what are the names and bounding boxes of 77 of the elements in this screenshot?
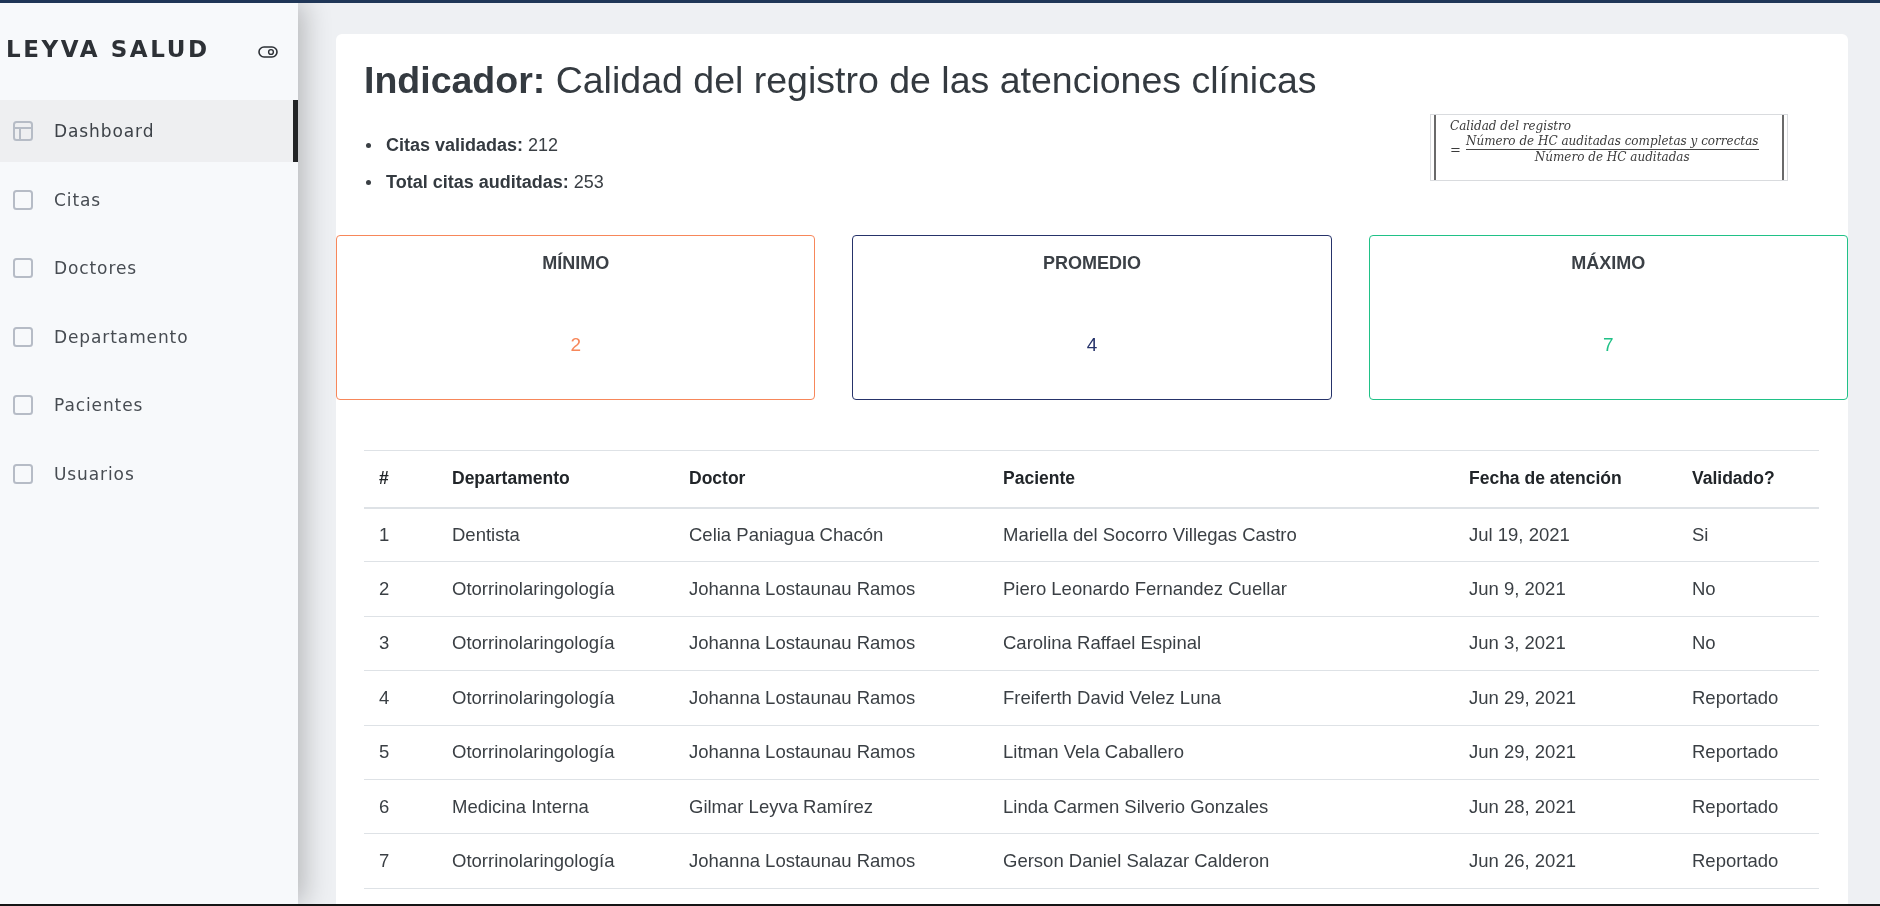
card-title: MÍNIMO — [542, 252, 610, 274]
column-header: # — [364, 450, 437, 508]
square-icon — [13, 326, 33, 347]
table-cell: 4 — [364, 670, 437, 726]
table-cell: Reportado — [1677, 725, 1819, 780]
column-header: Doctor — [674, 450, 988, 508]
table-cell: Otorrinolaringología — [437, 670, 674, 726]
table-cell: Otorrinolaringología — [437, 616, 674, 671]
table-cell: Otorrinolaringología — [437, 833, 674, 889]
table-cell: Jun 29, 2021 — [1454, 725, 1677, 780]
nav-item[interactable]: Pacientes — [0, 374, 298, 437]
stat-text: Citas validadas: 212 — [386, 135, 559, 156]
table-cell: Dentista — [437, 507, 674, 562]
formula-numerator: Número de HC auditadas completas y correctas — [1465, 134, 1759, 149]
nav-item[interactable]: Departamento — [0, 305, 298, 368]
column-header: Validado? — [1677, 450, 1819, 508]
table-cell: 2 — [364, 561, 437, 617]
bullet-icon — [366, 180, 371, 185]
table-cell: Jun 3, 2021 — [1454, 616, 1677, 671]
column-header: Departamento — [437, 450, 674, 508]
table-cell: 1 — [364, 507, 437, 562]
table-cell: Reportado — [1677, 833, 1819, 889]
table-cell: Jun 28, 2021 — [1454, 779, 1677, 834]
table-cell: Johanna Lostaunau Ramos — [674, 670, 988, 726]
square-icon — [13, 258, 33, 279]
brand-logo: LEYVA SALUD — [6, 35, 210, 62]
table-cell: No — [1677, 561, 1819, 617]
toggle-icon[interactable] — [258, 45, 278, 58]
card-value: 2 — [570, 334, 581, 356]
table-cell: Litman Vela Caballero — [988, 725, 1454, 780]
table-cell: Johanna Lostaunau Ramos — [674, 616, 988, 671]
table-cell: Reportado — [1677, 779, 1819, 834]
table-cell: Linda Carmen Silverio Gonzales — [988, 779, 1454, 834]
column-header: Fecha de atención — [1454, 450, 1677, 508]
card-value: 7 — [1603, 334, 1614, 356]
bullet-icon — [366, 143, 371, 148]
stat-text: Total citas auditadas: 253 — [386, 172, 604, 193]
table-cell: Jun 26, 2021 — [1454, 833, 1677, 889]
table-cell: 5 — [364, 725, 437, 780]
card-title: PROMEDIO — [1043, 252, 1141, 274]
table-cell: Jun 9, 2021 — [1454, 561, 1677, 617]
square-icon — [13, 463, 33, 484]
formula-label: Calidad del registro — [1450, 119, 1573, 134]
table-cell: 6 — [364, 779, 437, 834]
table-cell: Gerson Daniel Salazar Calderon — [988, 833, 1454, 889]
table-cell: Otorrinolaringología — [437, 561, 674, 617]
formula-denominator: Número de HC auditadas — [1534, 150, 1690, 165]
layout-icon — [13, 121, 33, 141]
page-title: Indicador: Calidad del registro de las atenciones clínicas — [363, 58, 1318, 102]
table-cell: Celia Paniagua Chacón — [674, 507, 988, 562]
table-cell: Jul 19, 2021 — [1454, 507, 1677, 562]
table-cell: 3 — [364, 616, 437, 671]
table-cell: Medicina Interna — [437, 779, 674, 834]
table-cell: Mariella del Socorro Villegas Castro — [988, 507, 1454, 562]
equals-sign: = — [1450, 142, 1461, 157]
square-icon — [13, 189, 33, 210]
table-cell: Johanna Lostaunau Ramos — [674, 561, 988, 617]
table-cell: Piero Leonardo Fernandez Cuellar — [988, 561, 1454, 617]
column-header: Paciente — [988, 450, 1454, 508]
card-title: MÁXIMO — [1571, 252, 1646, 274]
table-cell: Si — [1677, 507, 1819, 562]
nav-item[interactable]: Usuarios — [0, 442, 298, 505]
nav-item[interactable]: Dashboard — [0, 100, 298, 162]
table-cell: Gilmar Leyva Ramírez — [674, 779, 988, 834]
square-icon — [13, 395, 33, 416]
table-cell: Carolina Raffael Espinal — [988, 616, 1454, 671]
table-cell: No — [1677, 616, 1819, 671]
nav-item[interactable]: Citas — [0, 168, 298, 231]
table-cell: 7 — [364, 833, 437, 889]
table-cell: Freiferth David Velez Luna — [988, 670, 1454, 726]
card-value: 4 — [1086, 334, 1098, 356]
table-cell: Johanna Lostaunau Ramos — [674, 833, 988, 889]
table-cell: Reportado — [1677, 670, 1819, 726]
nav-item[interactable]: Doctores — [0, 237, 298, 300]
table-cell: Otorrinolaringología — [437, 725, 674, 780]
table-cell: Jun 29, 2021 — [1454, 670, 1677, 726]
table-cell: Johanna Lostaunau Ramos — [674, 725, 988, 780]
